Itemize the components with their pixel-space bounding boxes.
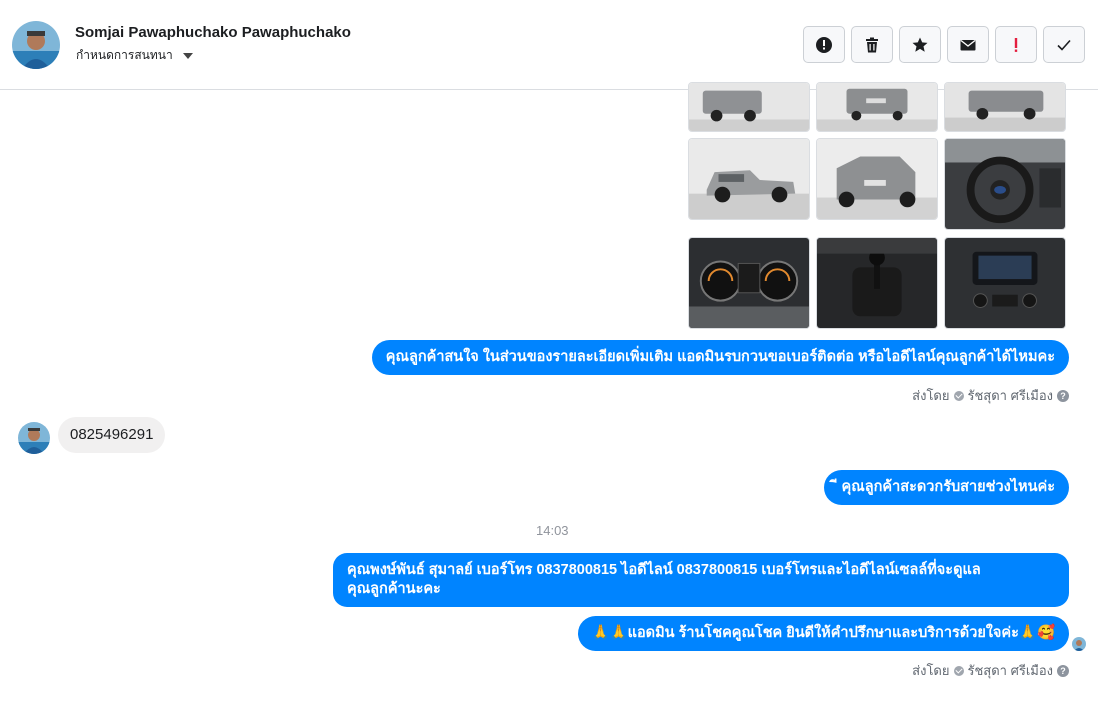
message-line: คุณลูกค้านะคะ: [347, 581, 441, 597]
incoming-message[interactable]: 0825496291: [58, 417, 166, 453]
contact-avatar-small[interactable]: [18, 422, 50, 454]
mark-done-button[interactable]: [1043, 26, 1085, 63]
sent-by-prefix: ส่งโดย: [912, 663, 950, 678]
car-photo[interactable]: [688, 138, 810, 220]
sender-name[interactable]: รัชสุดา ศรีเมือง: [968, 385, 1054, 406]
star-button[interactable]: [899, 26, 941, 63]
contact-name[interactable]: Somjai Pawaphuchako Pawaphuchako: [75, 24, 351, 41]
contact-avatar[interactable]: [12, 21, 60, 69]
car-interior-photo[interactable]: [816, 237, 938, 329]
caret-down-icon: [182, 52, 193, 59]
outgoing-message[interactable]: ี คุณลูกค้าสะดวกรับสายช่วงไหนค่ะ: [823, 470, 1069, 505]
car-interior-photo[interactable]: [944, 138, 1066, 230]
conversation-header: Somjai Pawaphuchako Pawaphuchako กำหนดกา…: [0, 0, 1098, 90]
assign-label: กำหนดการสนทนา: [76, 48, 173, 62]
follow-up-button[interactable]: [995, 26, 1037, 63]
help-icon[interactable]: ?: [1057, 389, 1069, 402]
info-circle-icon: [816, 36, 832, 53]
sent-by-prefix: ส่งโดย: [912, 388, 950, 403]
info-button[interactable]: [803, 26, 845, 63]
message-line: คุณพงษ์พันธ์ สุมาลย์ เบอร์โทร 0837800815…: [347, 562, 981, 578]
outgoing-message[interactable]: 🙏🙏แอดมิน ร้านโชคคูณโชค ยินดีให้คำปรึกษาแ…: [577, 616, 1069, 651]
car-photo[interactable]: [944, 82, 1066, 132]
exclamation-icon: [1014, 37, 1018, 52]
delete-button[interactable]: [851, 26, 893, 63]
star-icon: [912, 37, 928, 52]
checkmark-icon: [1057, 39, 1071, 51]
outgoing-message[interactable]: คุณพงษ์พันธ์ สุมาลย์ เบอร์โทร 0837800815…: [333, 553, 1069, 607]
verified-check-icon: [953, 665, 964, 676]
car-photo[interactable]: [816, 82, 938, 132]
help-icon[interactable]: ?: [1057, 664, 1069, 677]
sender-name[interactable]: รัชสุดา ศรีเมือง: [968, 660, 1054, 681]
verified-check-icon: [953, 390, 964, 401]
car-photo[interactable]: [816, 138, 938, 220]
conversation-toolbar: [803, 26, 1085, 63]
car-photo[interactable]: [688, 82, 810, 132]
sent-by-label: ส่งโดย รัชสุดา ศรีเมือง ?: [912, 660, 1069, 681]
message-timestamp: 14:03: [536, 523, 569, 538]
assign-conversation-dropdown[interactable]: กำหนดการสนทนา: [76, 46, 193, 65]
car-interior-photo[interactable]: [688, 237, 810, 329]
car-interior-photo[interactable]: [944, 237, 1066, 329]
trash-icon: [866, 37, 878, 52]
mark-unread-button[interactable]: [947, 26, 989, 63]
outgoing-message[interactable]: คุณลูกค้าสนใจ ในส่วนของรายละเอียดเพิ่มเต…: [371, 340, 1069, 375]
envelope-icon: [960, 39, 976, 50]
sent-by-label: ส่งโดย รัชสุดา ศรีเมือง ?: [912, 385, 1069, 406]
read-receipt-avatar: [1072, 637, 1086, 651]
